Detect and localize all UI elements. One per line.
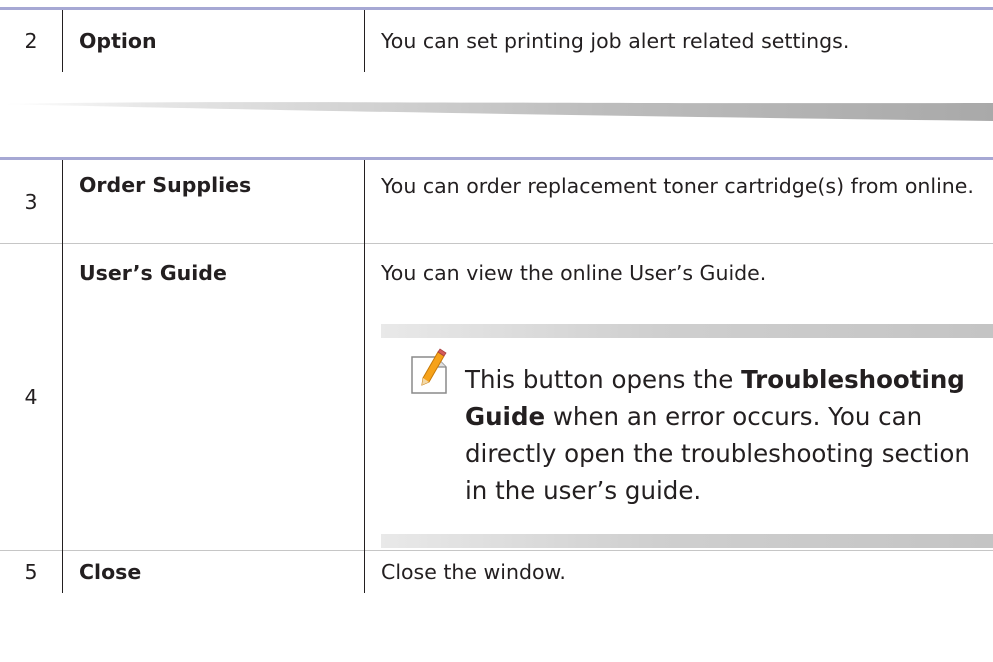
note-bottom-bar <box>381 534 993 548</box>
table-row: 3 Order Supplies You can order replaceme… <box>0 160 993 244</box>
actions-table: 3 Order Supplies You can order replaceme… <box>0 157 993 593</box>
row-number: 5 <box>0 550 63 593</box>
note-pencil-icon <box>411 348 447 394</box>
row-number: 4 <box>0 243 63 551</box>
note-box: This button opens the Troubleshooting Gu… <box>381 324 993 548</box>
row-name: Close <box>62 550 365 593</box>
note-text-prefix: This button opens the <box>465 365 742 394</box>
section-divider <box>0 102 993 121</box>
table-row: 2 Option You can set printing job alert … <box>0 10 993 72</box>
table-row: 4 User’s Guide You can view the online U… <box>0 243 993 551</box>
row-name: User’s Guide <box>62 243 365 551</box>
row-name: Order Supplies <box>62 160 365 244</box>
row-description: You can set printing job alert related s… <box>381 29 850 53</box>
row-name: Option <box>62 10 365 72</box>
option-table: 2 Option You can set printing job alert … <box>0 7 993 72</box>
table-row: 5 Close Close the window. <box>0 550 993 593</box>
row-number: 2 <box>0 10 63 72</box>
note-body: This button opens the Troubleshooting Gu… <box>381 338 993 534</box>
row-description: You can order replacement toner cartridg… <box>381 174 974 198</box>
row-number: 3 <box>0 160 63 244</box>
row-description: Close the window. <box>364 550 993 593</box>
row-description: You can view the online User’s Guide. <box>381 261 767 285</box>
note-top-bar <box>381 324 993 338</box>
